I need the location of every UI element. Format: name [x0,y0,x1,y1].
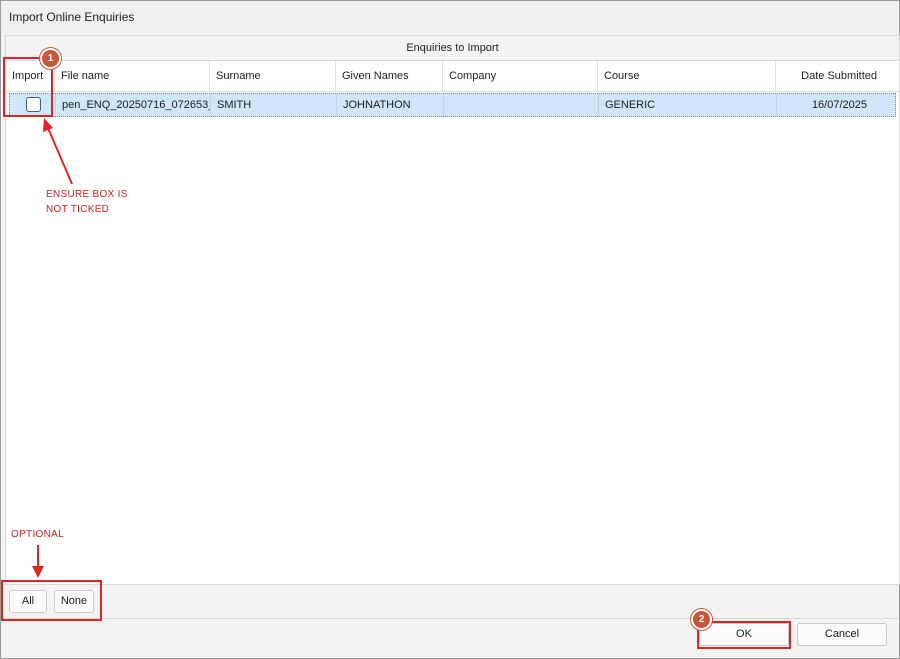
ensure-note-line-1: ENSURE BOX IS [46,189,128,200]
arrow-to-import-box [43,118,73,185]
ok-button-highlight [697,621,791,649]
ensure-not-ticked-note: ENSURE BOX IS NOT TICKED [46,187,128,217]
ensure-note-line-2: NOT TICKED [46,204,110,215]
annotation-arrows [32,118,73,578]
all-none-highlight [1,580,102,621]
arrow-to-all-none-buttons [32,545,44,578]
step-2-badge: 2 [691,609,712,630]
optional-label: OPTIONAL [11,529,64,540]
